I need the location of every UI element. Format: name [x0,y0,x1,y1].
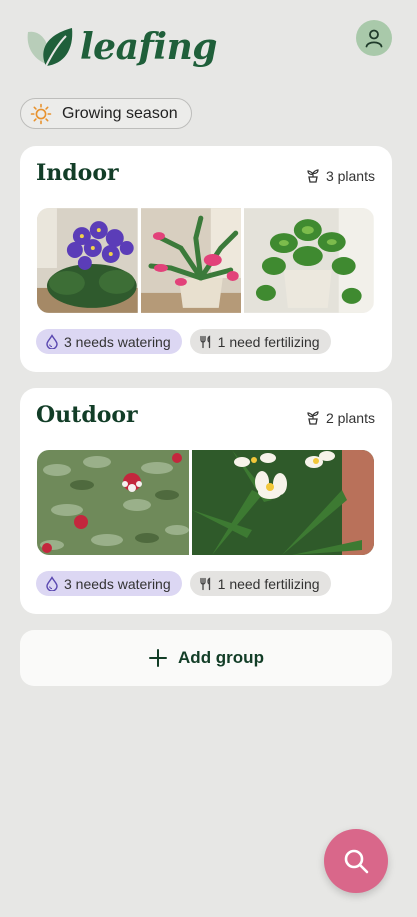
growing-season-chip[interactable]: Growing season [20,98,192,129]
plumeria-photo[interactable] [192,450,374,555]
add-group-button[interactable]: Add group [20,630,392,686]
needs-watering-chip[interactable]: 3 needs watering [36,571,182,596]
christmas-cactus-photo[interactable] [140,208,242,313]
feijoa-flower-shrub-photo[interactable] [37,450,189,555]
watering-label: 3 needs watering [64,575,171,592]
season-label: Growing season [62,104,178,122]
fertilizing-label: 1 need fertilizing [217,575,320,592]
app-logo: leafing [24,24,217,70]
plant-count-label: 2 plants [325,410,375,426]
african-violet-photo[interactable] [37,208,138,313]
watering-label: 3 needs watering [64,333,171,350]
water-drop-icon [46,334,58,349]
plant-icon [307,169,319,183]
plant-count: 2 plants [306,410,375,426]
plant-count-label: 3 plants [325,168,375,184]
plant-photos [37,208,374,313]
care-chips: 3 needs watering 1 need fertilizing [36,571,331,596]
search-button[interactable] [324,829,388,893]
group-title: Indoor [36,160,119,186]
need-fertilizing-chip[interactable]: 1 need fertilizing [189,571,331,596]
add-group-label: Add group [178,648,264,667]
profile-button[interactable] [356,20,392,56]
plant-photos [37,450,374,555]
group-title: Outdoor [36,402,138,428]
needs-watering-chip[interactable]: 3 needs watering [36,329,182,354]
plus-icon [149,649,168,667]
fork-knife-icon [199,576,210,590]
user-icon [365,29,383,48]
sun-icon [30,103,52,124]
plant-count: 3 plants [306,168,375,184]
fork-knife-icon [199,334,210,348]
group-card-outdoor[interactable]: Outdoor 2 plants 3 needs watering 1 need… [20,388,392,614]
need-fertilizing-chip[interactable]: 1 need fertilizing [189,329,331,354]
care-chips: 3 needs watering 1 need fertilizing [36,329,331,354]
fertilizing-label: 1 need fertilizing [217,333,320,350]
water-drop-icon [46,576,58,591]
plant-icon [307,411,319,425]
leaf-logo-icon [27,28,73,67]
pothos-photo[interactable] [244,208,374,313]
app-name: leafing [80,26,217,68]
header: leafing [0,0,417,90]
search-icon [344,849,369,874]
group-card-indoor[interactable]: Indoor 3 plants 3 needs watering 1 need … [20,146,392,372]
